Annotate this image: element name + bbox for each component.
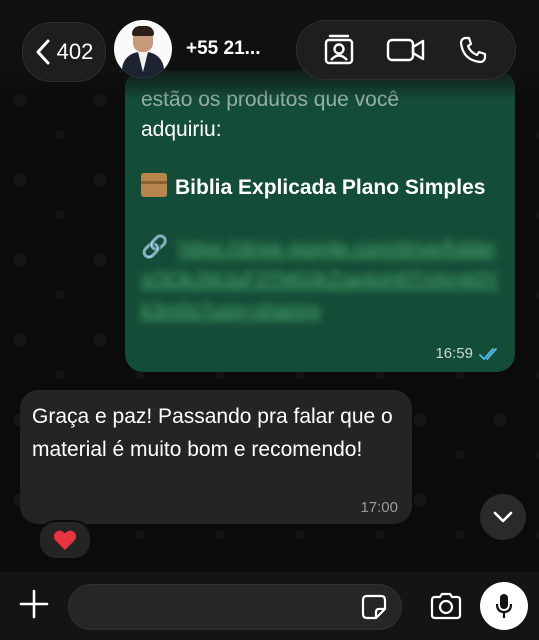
package-icon — [141, 173, 167, 197]
product-title-line: Biblia Explicada Plano Simples — [141, 172, 485, 203]
heart-icon — [53, 530, 77, 550]
video-call-button[interactable] — [383, 27, 429, 73]
message-time: 17:00 — [360, 499, 398, 516]
incoming-message-bubble[interactable]: Graça e paz! Passando pra falar que o ma… — [20, 390, 412, 524]
voice-call-button[interactable] — [450, 27, 496, 73]
link-block: https://drive.google.com/drive/folders/3… — [141, 234, 501, 358]
message-text: adquiriu: — [141, 118, 222, 141]
plus-icon — [19, 589, 49, 619]
reaction-badge[interactable] — [38, 520, 92, 560]
message-input[interactable] — [69, 585, 371, 629]
sticker-button[interactable] — [359, 592, 389, 622]
chevron-down-icon — [493, 511, 513, 523]
contact-name: +55 21... — [186, 38, 261, 59]
outgoing-message-bubble[interactable]: estão os produtos que você adquiriu: Bib… — [125, 70, 515, 372]
camera-icon — [430, 592, 462, 620]
contact-info[interactable]: +55 21... — [114, 18, 260, 80]
message-link[interactable]: https://drive.google.com/drive/folders/3… — [141, 234, 501, 327]
video-camera-icon — [386, 38, 425, 62]
message-input-wrapper — [68, 584, 402, 630]
chat-header: 402 +55 21... — [0, 0, 539, 100]
product-title: Biblia Explicada Plano Simples — [175, 176, 486, 199]
sticker-icon — [361, 594, 387, 620]
link-icon: 🔗 — [141, 234, 169, 259]
microphone-icon — [495, 594, 513, 618]
unread-count: 402 — [56, 39, 94, 64]
chevron-left-icon — [36, 39, 50, 65]
composer-bar — [0, 572, 539, 640]
camera-button[interactable] — [424, 586, 468, 626]
phone-icon — [460, 36, 487, 64]
back-button[interactable]: 402 — [22, 22, 106, 82]
call-actions — [296, 20, 516, 80]
attach-button[interactable] — [14, 584, 54, 624]
message-meta: 16:59 — [435, 345, 501, 362]
message-time: 16:59 — [435, 345, 473, 362]
contact-card-button[interactable] — [316, 27, 362, 73]
contact-card-icon — [324, 34, 353, 65]
double-check-icon — [479, 347, 497, 360]
scroll-to-bottom-button[interactable] — [480, 494, 526, 540]
voice-message-button[interactable] — [480, 582, 528, 630]
message-text: Graça e paz! Passando pra falar que o ma… — [32, 405, 393, 461]
avatar[interactable] — [114, 20, 172, 78]
